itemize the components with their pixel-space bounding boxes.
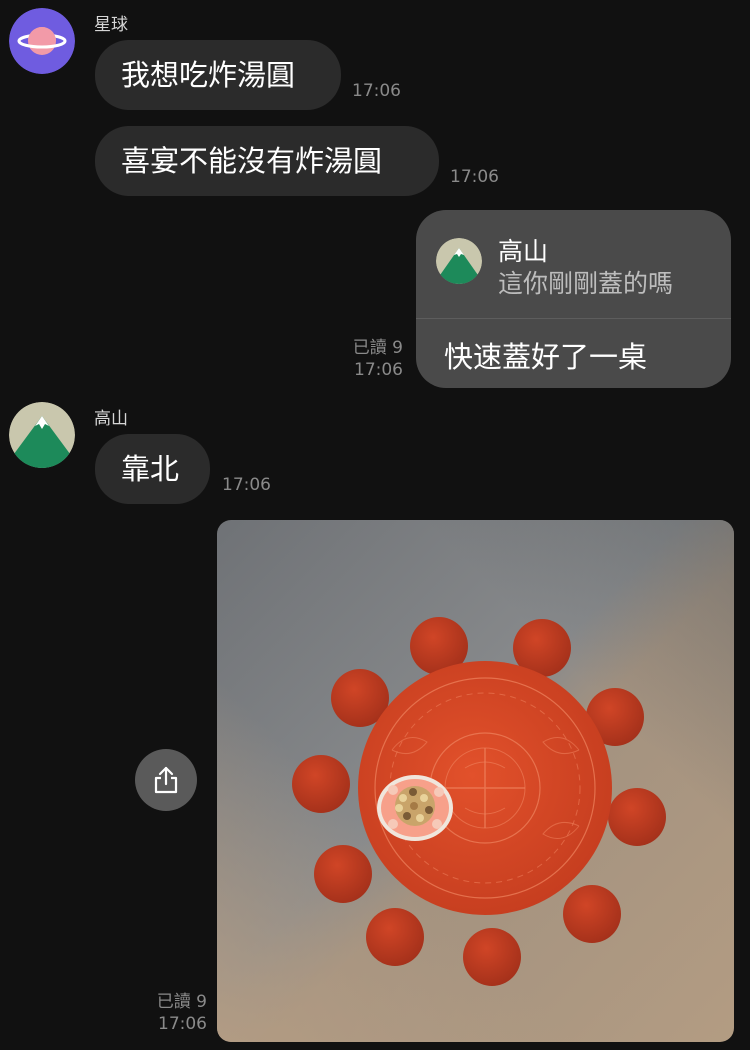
message-text: 我想吃炸湯圓 (121, 57, 296, 92)
reply-message-bubble[interactable]: 高山 這你剛剛蓋的嗎 快速蓋好了一桌 (416, 210, 731, 388)
planet-icon (9, 8, 75, 74)
chat-screen: 星球 我想吃炸湯圓 17:06 喜宴不能沒有炸湯圓 17:06 已讀 9 17:… (0, 0, 750, 1050)
banquet-table-photo (217, 520, 734, 1042)
image-message[interactable] (217, 520, 734, 1042)
message-text: 靠北 (121, 451, 180, 486)
message-time: 17:06 (352, 81, 401, 101)
sender-name: 高山 (94, 409, 128, 429)
quoted-sender-name: 高山 (498, 237, 549, 266)
avatar-planet[interactable] (9, 8, 75, 74)
quoted-message[interactable]: 高山 這你剛剛蓋的嗎 (416, 210, 731, 319)
message-text: 喜宴不能沒有炸湯圓 (121, 143, 383, 178)
mountain-icon (9, 402, 75, 468)
message-time: 17:06 (450, 167, 499, 187)
message-meta: 已讀 9 17:06 (134, 991, 207, 1035)
message-bubble[interactable]: 我想吃炸湯圓 (95, 40, 341, 110)
message-time: 17:06 (354, 360, 403, 380)
sender-name: 星球 (94, 15, 128, 35)
quoted-avatar (436, 238, 482, 284)
quoted-text: 這你剛剛蓋的嗎 (498, 269, 674, 298)
message-bubble[interactable]: 靠北 (95, 434, 210, 504)
food-plate (377, 775, 453, 841)
read-receipt: 已讀 9 (352, 338, 403, 358)
message-time: 17:06 (158, 1014, 207, 1034)
message-time: 17:06 (222, 475, 271, 495)
message-text: 快速蓋好了一桌 (444, 340, 648, 374)
share-button[interactable] (135, 749, 197, 811)
mountain-icon (436, 238, 482, 284)
message-meta: 已讀 9 17:06 (330, 337, 403, 381)
read-receipt: 已讀 9 (156, 992, 207, 1012)
message-bubble[interactable]: 喜宴不能沒有炸湯圓 (95, 126, 439, 196)
share-icon (154, 766, 178, 794)
avatar-mountain[interactable] (9, 402, 75, 468)
